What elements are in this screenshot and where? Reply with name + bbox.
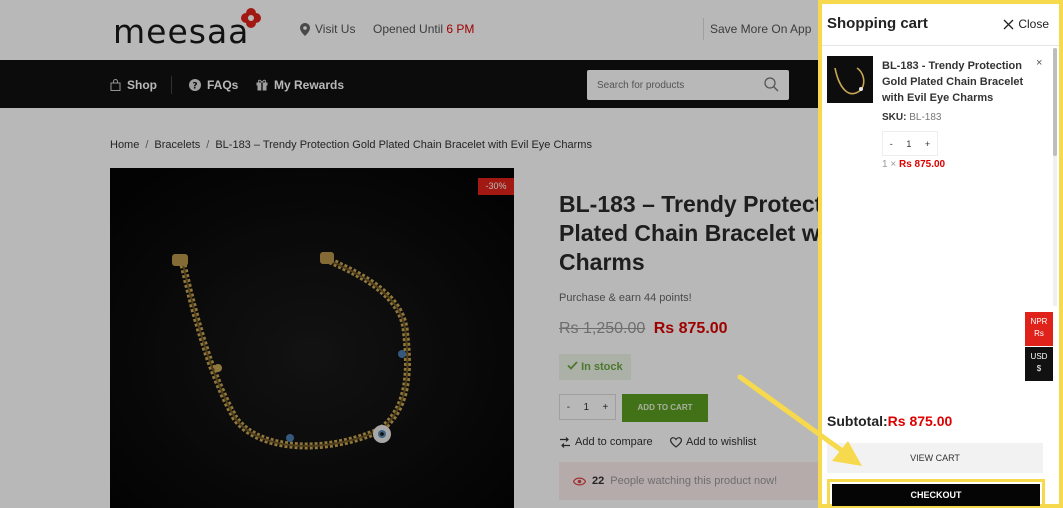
cart-line-price: 1 × Rs 875.00 — [882, 159, 945, 170]
sku-value: BL-183 — [909, 112, 942, 123]
cart-qty-increase-button[interactable]: + — [925, 139, 930, 149]
currency-usd-button[interactable]: USD $ — [1025, 347, 1053, 381]
cart-quantity-stepper: - 1 + — [882, 131, 938, 156]
cart-header: Shopping cart Close — [822, 4, 1059, 46]
view-cart-button[interactable]: VIEW CART — [827, 443, 1043, 473]
bracelet-thumbnail — [827, 56, 873, 103]
cart-item-name[interactable]: BL-183 - Trendy Protection Gold Plated C… — [882, 58, 1034, 106]
subtotal-label: Subtotal: — [827, 413, 888, 429]
currency-npr-button[interactable]: NPR Rs — [1025, 312, 1053, 346]
npr-code: NPR — [1030, 317, 1048, 326]
sku-label: SKU: — [882, 112, 907, 123]
subtotal-amount: Rs 875.00 — [887, 413, 953, 429]
npr-symbol: Rs — [1034, 329, 1044, 338]
cart-qty-decrease-button[interactable]: - — [890, 139, 893, 149]
cart-item-sku: SKU: BL-183 — [882, 112, 941, 123]
line-amount: Rs 875.00 — [898, 159, 946, 170]
usd-symbol: $ — [1036, 364, 1042, 373]
usd-code: USD — [1030, 352, 1048, 361]
cart-item-remove-button[interactable]: × — [1036, 57, 1042, 69]
cart-scrollbar-thumb[interactable] — [1053, 48, 1057, 156]
cart-qty-value[interactable]: 1 — [906, 139, 911, 149]
cart-item-thumbnail[interactable] — [827, 56, 873, 103]
cart-title: Shopping cart — [827, 15, 928, 32]
line-qty: 1 × — [882, 159, 897, 170]
cart-subtotal: Subtotal:Rs 875.00 — [827, 413, 952, 429]
checkout-button[interactable]: CHECKOUT — [832, 484, 1040, 506]
close-label: Close — [1018, 17, 1049, 31]
cart-close-button[interactable]: Close — [1003, 17, 1049, 31]
close-icon — [1003, 19, 1014, 29]
shopping-cart-panel: Shopping cart Close BL-183 - Trendy Prot… — [818, 0, 1063, 508]
